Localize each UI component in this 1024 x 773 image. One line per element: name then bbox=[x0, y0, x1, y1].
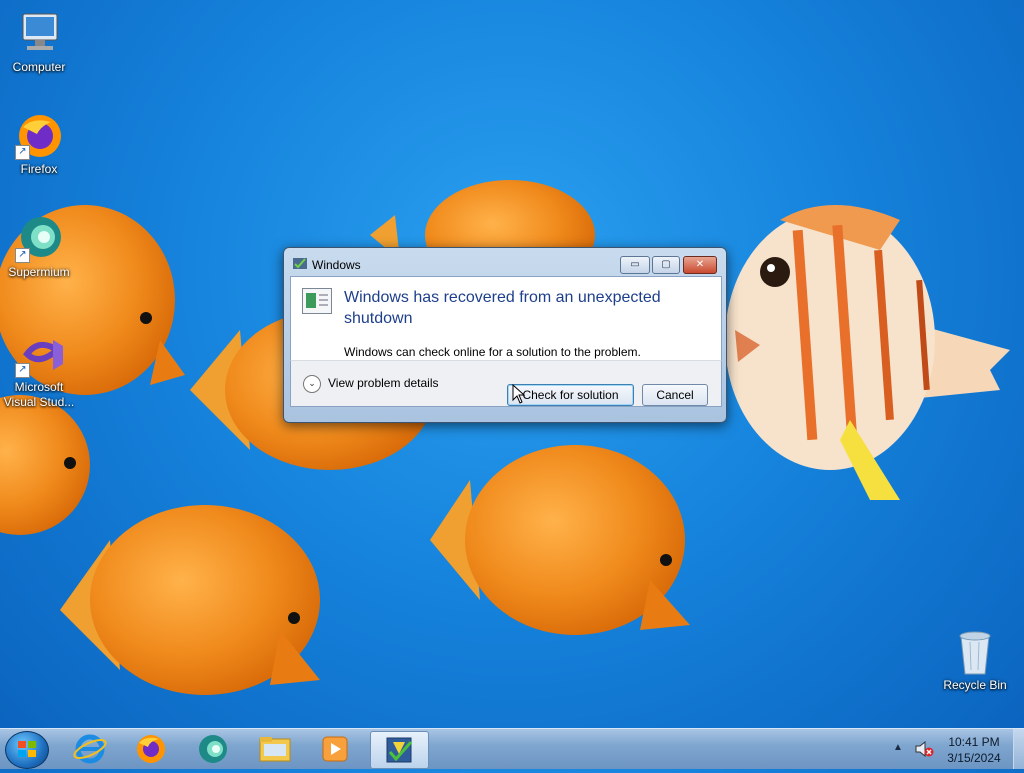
clock-date: 3/15/2024 bbox=[947, 751, 1001, 765]
fish-shape bbox=[430, 445, 690, 635]
taskbar-item-problem-reporting[interactable] bbox=[370, 731, 429, 769]
taskbar-item-supermium[interactable] bbox=[188, 731, 238, 767]
windows-logo-icon bbox=[18, 741, 36, 757]
dialog-title: Windows bbox=[312, 258, 361, 272]
chevron-down-icon[interactable]: ⌄ bbox=[303, 375, 321, 393]
problem-reports-icon bbox=[386, 737, 413, 763]
maximize-button[interactable]: ▢ bbox=[652, 256, 680, 274]
taskbar-item-internet-explorer[interactable] bbox=[65, 731, 115, 767]
taskbar-item-windows-explorer[interactable] bbox=[250, 731, 300, 767]
close-button[interactable]: ✕ bbox=[683, 256, 717, 274]
start-button[interactable] bbox=[5, 731, 49, 769]
fish-shape bbox=[0, 395, 90, 535]
butterfly-fish-shape bbox=[725, 205, 1010, 500]
clock-time: 10:41 PM bbox=[948, 735, 1000, 749]
taskbar-item-firefox[interactable] bbox=[126, 731, 176, 767]
minimize-button[interactable]: ▭ bbox=[620, 256, 650, 274]
show-hidden-icons-button[interactable]: ▲ bbox=[893, 742, 903, 753]
desktop: Computer ↗ Firefox ↗ Supermium ↗ Microso… bbox=[0, 0, 1024, 728]
desktop-icon-recycle-bin[interactable]: Recycle Bin bbox=[936, 628, 1014, 693]
taskbar-item-media-player[interactable] bbox=[310, 731, 360, 767]
cancel-button[interactable]: Cancel bbox=[642, 384, 708, 406]
desktop-icon-computer[interactable]: Computer bbox=[0, 10, 78, 75]
desktop-icon-visual-studio[interactable]: ↗ Microsoft Visual Stud... bbox=[0, 330, 78, 410]
problem-report-document-icon bbox=[302, 288, 332, 314]
dialog-footer: ⌄ View problem details Check for solutio… bbox=[290, 360, 722, 407]
show-desktop-button[interactable] bbox=[1013, 729, 1024, 769]
ie-icon bbox=[73, 734, 107, 764]
view-problem-details-label[interactable]: View problem details bbox=[328, 376, 439, 390]
supermium-icon bbox=[199, 735, 227, 763]
desktop-icon-label: Microsoft Visual Stud... bbox=[3, 380, 75, 409]
dialog-content: Windows has recovered from an unexpected… bbox=[290, 276, 722, 361]
dialog-titlebar[interactable]: Windows ▭ ▢ ✕ bbox=[284, 248, 726, 276]
recovery-dialog: Windows ▭ ▢ ✕ Windows has recovered from… bbox=[283, 247, 727, 423]
computer-icon bbox=[22, 13, 58, 50]
desktop-icon-firefox[interactable]: ↗ Firefox bbox=[0, 112, 78, 177]
desktop-icon-label: Supermium bbox=[8, 265, 70, 279]
folder-icon bbox=[259, 737, 291, 762]
dialog-description: Windows can check online for a solution … bbox=[344, 345, 641, 359]
problem-reports-icon bbox=[293, 258, 307, 269]
shortcut-arrow-icon: ↗ bbox=[15, 145, 30, 160]
check-for-solution-button[interactable]: Check for solution bbox=[507, 384, 634, 406]
volume-muted-icon[interactable] bbox=[914, 741, 934, 757]
fish-shape bbox=[60, 505, 320, 695]
shortcut-arrow-icon: ↗ bbox=[15, 248, 30, 263]
firefox-icon bbox=[137, 735, 165, 763]
recycle-bin-icon bbox=[959, 631, 991, 675]
media-player-icon bbox=[322, 736, 348, 762]
shortcut-arrow-icon: ↗ bbox=[15, 363, 30, 378]
taskbar: ▲ 10:41 PM 3/15/2024 bbox=[0, 728, 1024, 769]
desktop-icon-label: Recycle Bin bbox=[943, 678, 1007, 692]
desktop-icon-label: Firefox bbox=[20, 162, 58, 176]
mouse-cursor-icon bbox=[512, 384, 526, 404]
system-clock[interactable]: 10:41 PM 3/15/2024 bbox=[938, 734, 1010, 766]
desktop-icon-supermium[interactable]: ↗ Supermium bbox=[0, 215, 78, 280]
dialog-heading: Windows has recovered from an unexpected… bbox=[344, 289, 661, 327]
desktop-icon-label: Computer bbox=[12, 60, 66, 74]
